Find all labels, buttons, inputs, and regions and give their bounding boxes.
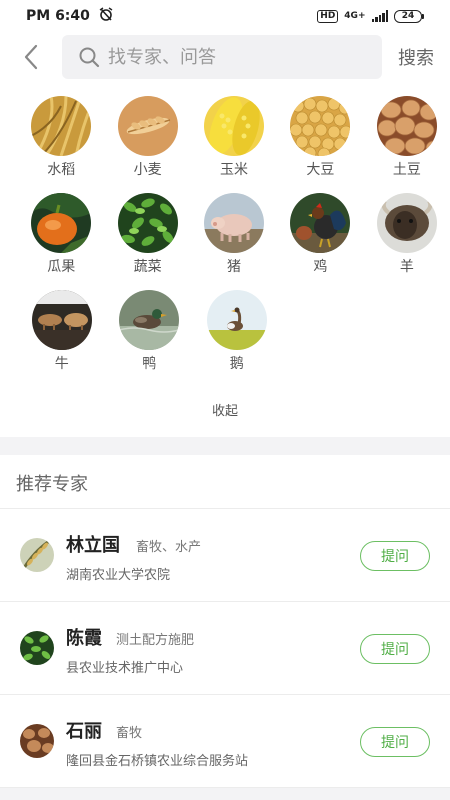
expert-name: 陈霞	[66, 628, 102, 649]
category-wheat[interactable]: 小麦	[104, 96, 190, 193]
category-label: 小麦	[133, 162, 162, 178]
expert-row[interactable]: 陈霞 测土配方施肥 县农业技术推广中心 提问	[0, 602, 450, 695]
bottom-divider	[0, 788, 450, 800]
sheep-image	[376, 193, 437, 253]
expert-org: 县农业技术推广中心	[66, 661, 184, 676]
category-label: 牛	[54, 356, 69, 372]
category-label: 瓜果	[47, 259, 76, 275]
goose-image	[206, 290, 267, 350]
search-button[interactable]: 搜索	[382, 44, 450, 70]
status-bar: PM 6:40 HD 4G+ 24	[0, 0, 450, 32]
category-goose[interactable]: 鹅	[193, 290, 281, 387]
fruit-image	[31, 193, 92, 253]
expert-list: 林立国 畜牧、水产 湖南农业大学农院 提问 陈霞 测土配方施肥 县农业技术推广中…	[0, 508, 450, 788]
category-label: 大豆	[306, 162, 335, 178]
collapse-button[interactable]: 收起	[0, 400, 450, 419]
expert-field: 测土配方施肥	[116, 633, 195, 648]
expert-field: 畜牧、水产	[136, 540, 202, 555]
alarm-off-icon	[98, 6, 114, 26]
battery-icon: 24	[394, 9, 424, 23]
avatar	[20, 631, 54, 665]
category-label: 鹅	[229, 356, 244, 372]
category-duck[interactable]: 鸭	[106, 290, 194, 387]
category-label: 羊	[399, 259, 414, 275]
category-vegetable[interactable]: 蔬菜	[104, 193, 190, 290]
category-potato[interactable]: 土豆	[364, 96, 450, 193]
category-row: 牛 鸭 鹅	[0, 290, 450, 387]
category-label: 鸡	[313, 259, 328, 275]
back-button[interactable]	[0, 34, 62, 80]
search-box[interactable]	[62, 35, 382, 79]
battery-level: 24	[394, 9, 422, 23]
expert-row[interactable]: 石丽 畜牧 隆回县金石桥镇农业综合服务站 提问	[0, 695, 450, 788]
signal-icon	[371, 10, 388, 22]
category-label: 玉米	[220, 162, 249, 178]
pig-image	[204, 193, 265, 253]
search-icon	[79, 47, 100, 68]
status-time: PM 6:40	[26, 8, 90, 24]
duck-image	[119, 290, 180, 350]
category-row: 水稻 小麦 玉米 大豆 土豆	[0, 96, 450, 193]
recommend-experts-title: 推荐专家	[16, 474, 88, 495]
expert-row[interactable]: 林立国 畜牧、水产 湖南农业大学农院 提问	[0, 509, 450, 602]
soybean-image	[290, 96, 351, 156]
expert-org: 隆回县金石桥镇农业综合服务站	[66, 754, 249, 769]
category-chicken[interactable]: 鸡	[277, 193, 363, 290]
chevron-left-icon	[24, 44, 38, 70]
status-left: PM 6:40	[26, 6, 114, 26]
category-grid: 水稻 小麦 玉米 大豆 土豆 瓜果 蔬菜 猪 鸡 羊 牛 鸭 鹅	[0, 96, 450, 387]
potato-image	[376, 96, 437, 156]
category-row: 瓜果 蔬菜 猪 鸡 羊	[0, 193, 450, 290]
category-corn[interactable]: 玉米	[191, 96, 277, 193]
cattle-image	[31, 290, 92, 350]
chicken-image	[290, 193, 351, 253]
ask-button[interactable]: 提问	[360, 634, 430, 664]
category-cattle[interactable]: 牛	[18, 290, 106, 387]
network-type: 4G+	[344, 11, 366, 21]
expert-field: 畜牧	[116, 726, 143, 741]
avatar	[20, 724, 54, 758]
search-input[interactable]	[108, 46, 348, 68]
category-rice[interactable]: 水稻	[18, 96, 104, 193]
category-label: 土豆	[392, 162, 421, 178]
category-fruit[interactable]: 瓜果	[18, 193, 104, 290]
expert-name: 石丽	[66, 721, 102, 742]
ask-button[interactable]: 提问	[360, 541, 430, 571]
search-header: 搜索	[0, 34, 450, 80]
expert-name: 林立国	[66, 535, 120, 556]
ask-button[interactable]: 提问	[360, 727, 430, 757]
vegetable-image	[117, 193, 178, 253]
category-label: 水稻	[47, 162, 76, 178]
category-sheep[interactable]: 羊	[364, 193, 450, 290]
category-pig[interactable]: 猪	[191, 193, 277, 290]
category-label: 蔬菜	[133, 259, 162, 275]
hd-badge: HD	[317, 9, 339, 23]
category-label: 鸭	[142, 356, 157, 372]
category-soybean[interactable]: 大豆	[277, 96, 363, 193]
wheat-image	[117, 96, 178, 156]
status-right: HD 4G+ 24	[317, 9, 424, 23]
corn-image	[204, 96, 265, 156]
category-label: 猪	[227, 259, 242, 275]
expert-org: 湖南农业大学农院	[66, 568, 171, 583]
section-divider	[0, 437, 450, 455]
rice-image	[31, 96, 92, 156]
avatar	[20, 538, 54, 572]
